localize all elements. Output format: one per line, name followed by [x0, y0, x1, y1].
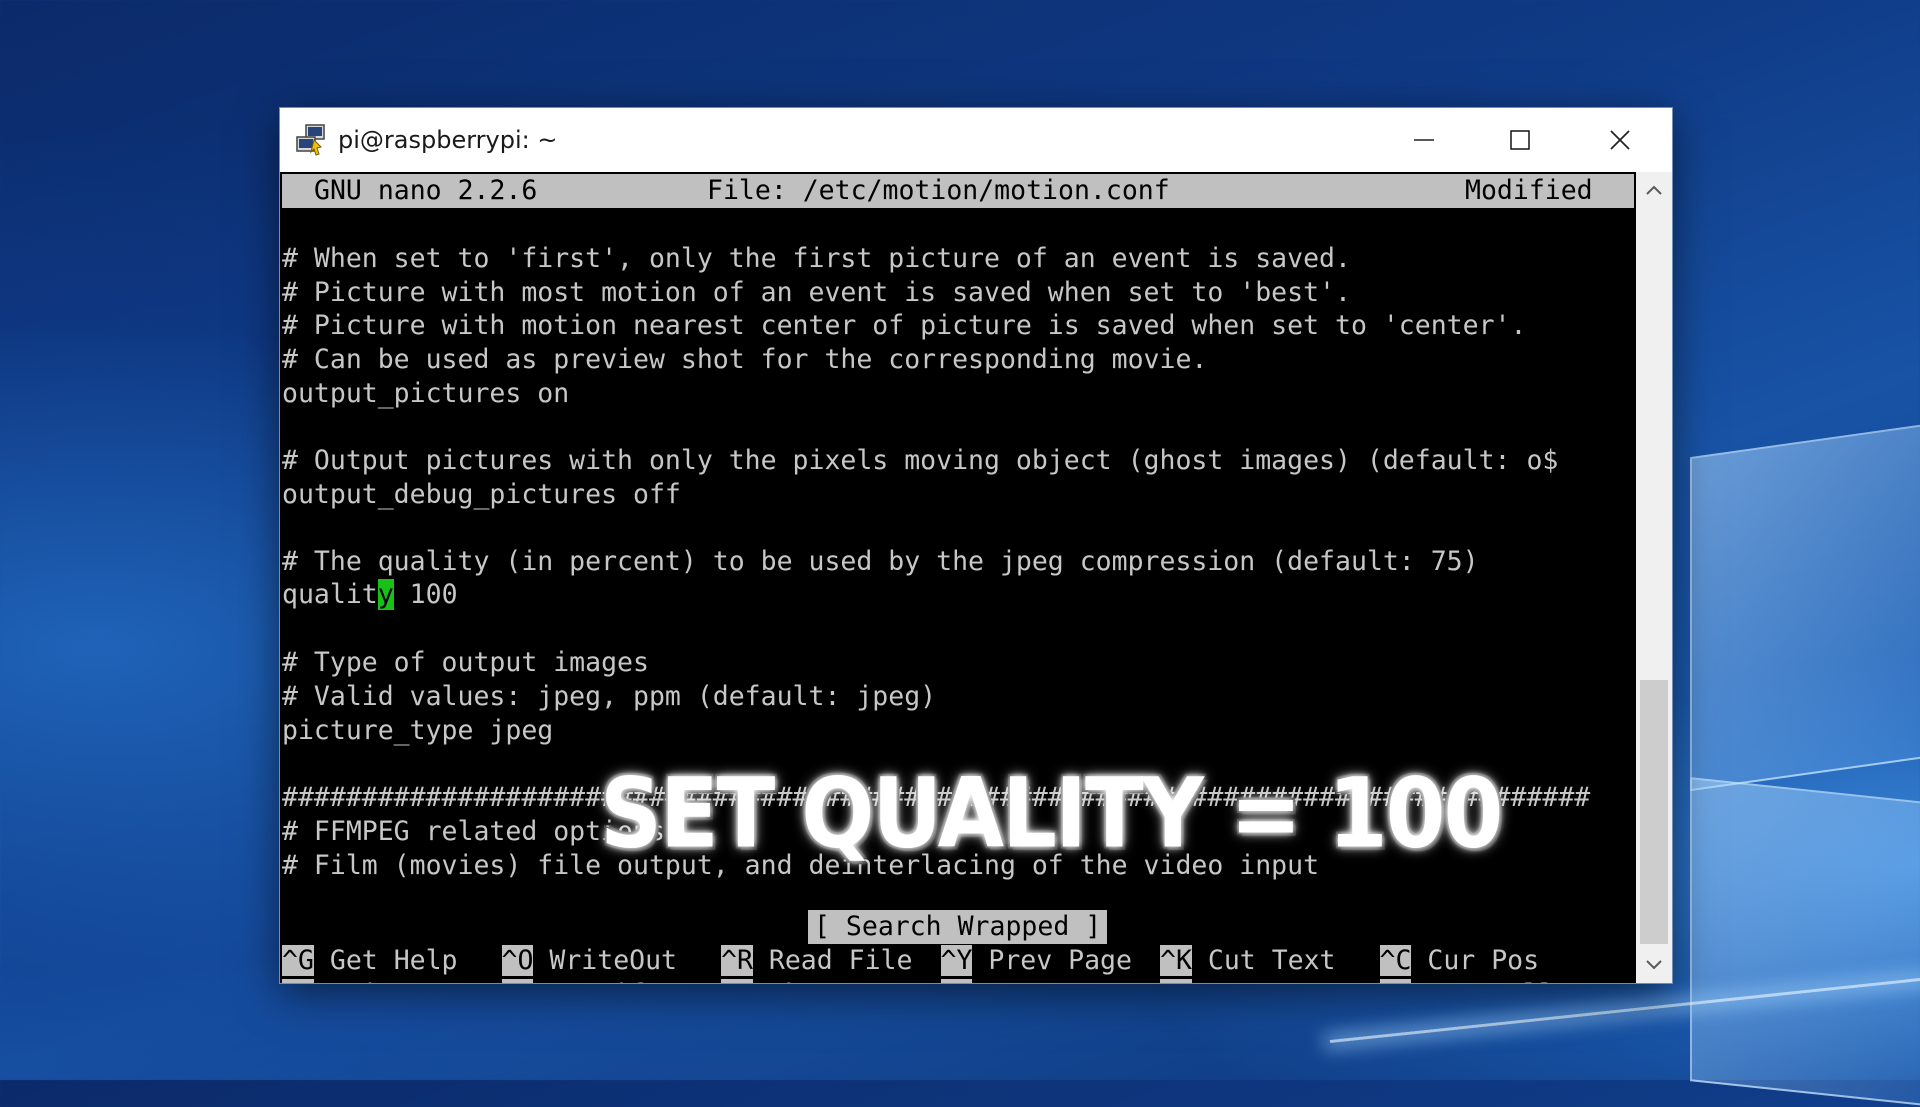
- minimize-button[interactable]: [1376, 108, 1472, 172]
- shortcut-label: WriteOut: [533, 945, 678, 976]
- title-bar[interactable]: pi@raspberrypi: ~: [280, 108, 1672, 172]
- maximize-icon: [1510, 130, 1530, 150]
- putty-icon: [296, 124, 325, 156]
- close-button[interactable]: [1572, 108, 1668, 172]
- wallpaper-light-panel: [1690, 777, 1920, 1107]
- shortcut-label: Cur Pos: [1411, 945, 1540, 976]
- minimize-icon: [1414, 139, 1434, 141]
- status-message: [ Search Wrapped ]: [808, 910, 1108, 944]
- shortcut-key: ^G: [282, 945, 314, 976]
- shortcut-item[interactable]: ^U UnCut Text: [1160, 978, 1367, 983]
- video-caption-overlay: SET QUALITY = 100: [600, 758, 1503, 870]
- shortcut-item[interactable]: ^Y Prev Page: [940, 944, 1132, 978]
- shortcut-label: Read File: [752, 945, 913, 976]
- shortcut-label: Exit: [314, 979, 394, 983]
- scrollbar-thumb[interactable]: [1640, 680, 1668, 944]
- shortcut-key: ^K: [1160, 945, 1192, 976]
- nano-header-bar: GNU nano 2.2.6 File: /etc/motion/motion.…: [282, 174, 1634, 208]
- shortcut-item[interactable]: ^T To Spell: [1379, 978, 1555, 983]
- close-icon: [1610, 130, 1630, 150]
- shortcut-label: Get Help: [313, 945, 458, 976]
- text-cursor: y: [377, 579, 394, 610]
- nano-version: GNU nano 2.2.6: [314, 175, 538, 206]
- shortcut-label: Cut Text: [1191, 945, 1336, 976]
- shortcut-item[interactable]: ^C Cur Pos: [1379, 944, 1540, 978]
- editor-line[interactable]: # Can be used as preview shot for the co…: [282, 343, 1207, 377]
- shortcut-item[interactable]: ^V Next Page: [940, 978, 1132, 983]
- wallpaper-light-panel: [1690, 422, 1920, 792]
- nano-file-name: File: /etc/motion/motion.conf: [707, 175, 1170, 206]
- editor-line[interactable]: # The quality (in percent) to be used by…: [282, 545, 1479, 579]
- shortcut-label: Prev Page: [972, 945, 1132, 976]
- shortcut-item[interactable]: ^X Exit: [282, 978, 394, 983]
- shortcut-label: To Spell: [1411, 979, 1555, 983]
- shortcut-item[interactable]: ^J Justify: [501, 978, 661, 983]
- shortcut-label: Justify: [533, 979, 661, 983]
- shortcut-item[interactable]: ^G Get Help: [282, 944, 458, 978]
- cursor-line-after: 100: [393, 579, 458, 610]
- shortcut-key: ^U: [1160, 979, 1192, 983]
- editor-line[interactable]: # Type of output images: [282, 646, 649, 680]
- shortcut-item[interactable]: ^K Cut Text: [1160, 944, 1336, 978]
- shortcut-label: Where Is: [753, 979, 897, 983]
- editor-line[interactable]: # Picture with most motion of an event i…: [282, 276, 1351, 310]
- shortcut-key: ^J: [501, 979, 534, 983]
- shortcut-key: ^C: [1379, 945, 1412, 976]
- maximize-button[interactable]: [1472, 108, 1568, 172]
- chevron-up-icon: [1646, 185, 1662, 195]
- shortcut-key: ^Y: [940, 945, 973, 976]
- shortcut-key: ^O: [501, 945, 534, 976]
- nano-modified-status: Modified: [1465, 175, 1593, 206]
- chevron-down-icon: [1646, 960, 1662, 970]
- scroll-up-button[interactable]: [1636, 172, 1672, 208]
- editor-line[interactable]: # Picture with motion nearest center of …: [282, 309, 1526, 343]
- shortcut-key: ^T: [1379, 979, 1412, 983]
- vertical-scrollbar[interactable]: [1636, 172, 1672, 983]
- editor-line[interactable]: output_debug_pictures off: [282, 478, 681, 512]
- shortcut-label: Next Page: [972, 979, 1132, 983]
- shortcut-key: ^R: [721, 945, 753, 976]
- shortcut-key: ^X: [282, 979, 314, 983]
- editor-line[interactable]: # Output pictures with only the pixels m…: [282, 444, 1558, 478]
- shortcut-item[interactable]: ^O WriteOut: [501, 944, 678, 978]
- editor-line[interactable]: # Valid values: jpeg, ppm (default: jpeg…: [282, 680, 936, 714]
- editor-line[interactable]: output_pictures on: [282, 377, 569, 411]
- shortcut-key: ^V: [940, 979, 973, 983]
- shortcut-key: ^W: [721, 979, 753, 983]
- shortcut-label: UnCut Text: [1192, 979, 1368, 983]
- cursor-line[interactable]: quality 100: [282, 578, 458, 612]
- shortcut-item[interactable]: ^R Read File: [721, 944, 912, 978]
- editor-line[interactable]: # When set to 'first', only the first pi…: [282, 242, 1351, 276]
- shortcut-item[interactable]: ^W Where Is: [721, 978, 897, 983]
- window-title: pi@raspberrypi: ~: [338, 126, 558, 154]
- editor-line[interactable]: picture_type jpeg: [282, 714, 553, 748]
- scroll-down-button[interactable]: [1636, 947, 1672, 983]
- cursor-line-before: qualit: [282, 579, 378, 610]
